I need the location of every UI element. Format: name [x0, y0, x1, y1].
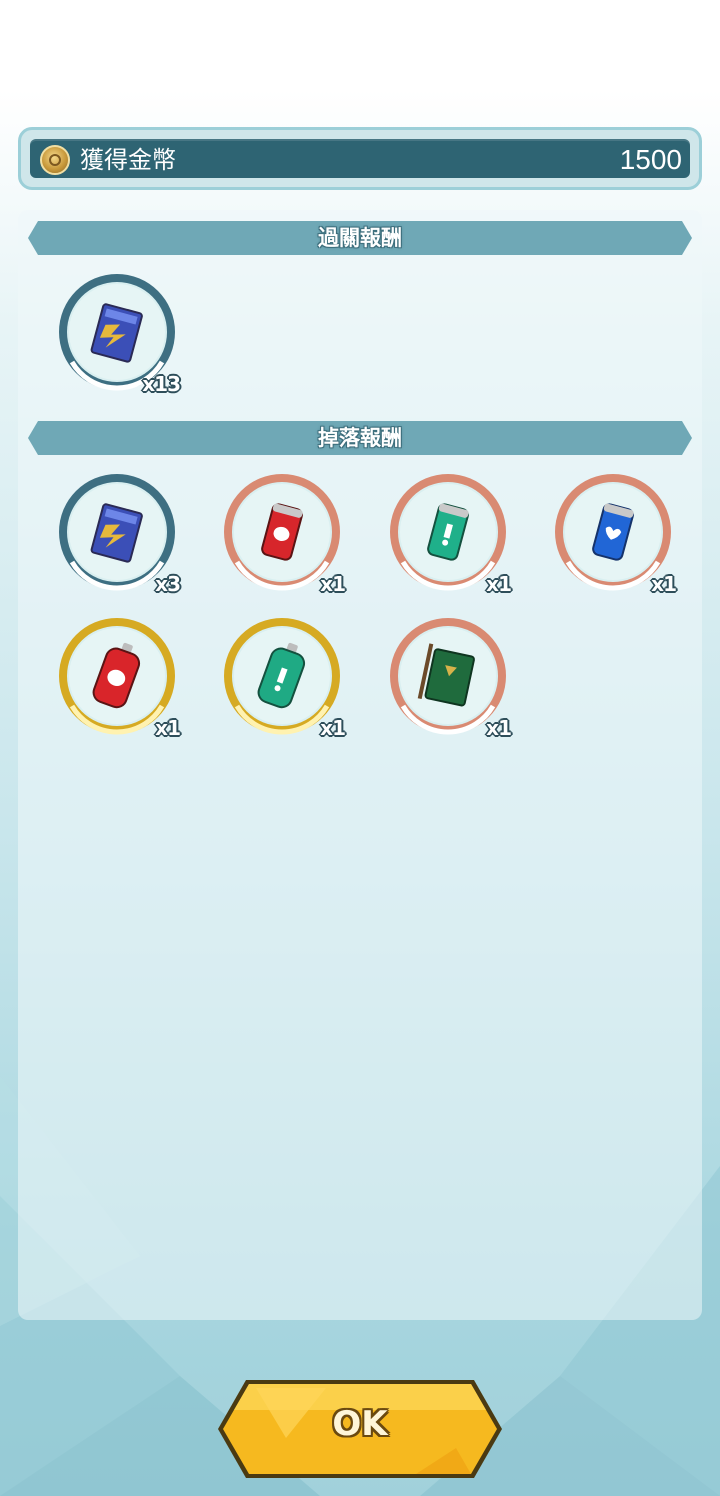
clear-rewards-title: 過關報酬: [318, 226, 402, 250]
reward-item[interactable]: x1: [52, 614, 182, 744]
reward-item[interactable]: x3: [52, 470, 182, 600]
clear-rewards-header: 過關報酬: [28, 221, 692, 255]
coin-icon: [40, 145, 70, 175]
coin-earned-bar: 獲得金幣 1500: [18, 127, 702, 190]
drop-rewards-header: 掉落報酬: [28, 421, 692, 455]
coin-label: 獲得金幣: [80, 146, 176, 174]
reward-item[interactable]: x1: [383, 470, 513, 600]
reward-item[interactable]: x1: [217, 614, 347, 744]
item-quantity: x13: [142, 372, 181, 396]
item-quantity: x1: [320, 716, 346, 740]
coin-value: 1500: [619, 144, 682, 175]
item-quantity: x1: [320, 572, 346, 596]
reward-item[interactable]: x1: [548, 470, 678, 600]
item-quantity: x1: [486, 716, 512, 740]
ok-button[interactable]: OK: [216, 1378, 504, 1480]
item-quantity: x1: [486, 572, 512, 596]
drop-rewards-title: 掉落報酬: [318, 426, 402, 450]
reward-item[interactable]: x1: [383, 614, 513, 744]
coin-bar-inner: 獲得金幣 1500: [30, 139, 690, 178]
ok-label: OK: [332, 1404, 388, 1444]
reward-item[interactable]: x1: [217, 470, 347, 600]
item-quantity: x3: [155, 572, 181, 596]
item-quantity: x1: [155, 716, 181, 740]
item-quantity: x1: [651, 572, 677, 596]
reward-item[interactable]: x13: [52, 270, 182, 400]
